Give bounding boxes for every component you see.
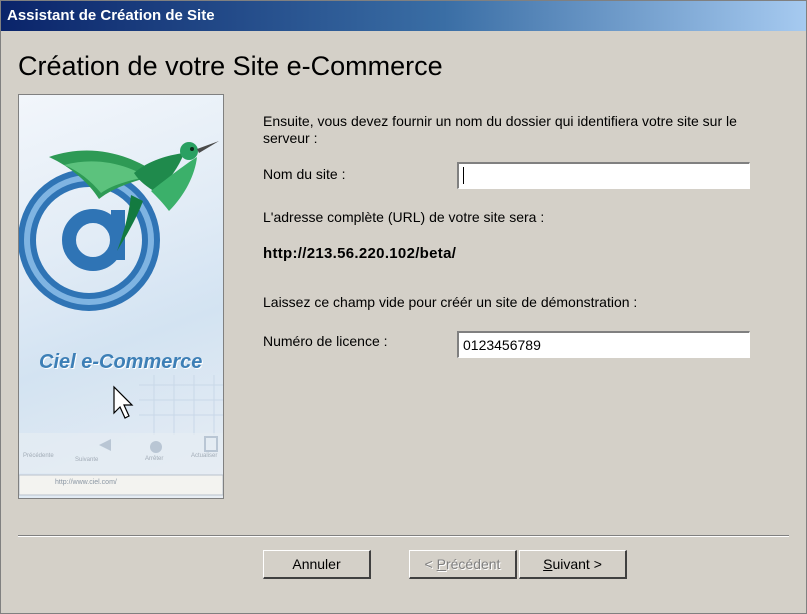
site-name-label: Nom du site :	[263, 166, 346, 182]
previous-button-mnemonic: P	[436, 555, 446, 572]
page-heading: Création de votre Site e-Commerce	[18, 51, 443, 81]
text-caret	[463, 167, 464, 184]
cancel-button-label: Annuler	[292, 555, 341, 572]
previous-button-label: récédent	[445, 555, 501, 572]
browser-toolbar-label-stop: Arrêter	[145, 456, 164, 462]
cancel-button[interactable]: Annuler	[263, 550, 371, 579]
url-label: L'adresse complète (URL) de votre site s…	[263, 209, 545, 225]
licence-number-label: Numéro de licence :	[263, 333, 388, 349]
demo-hint-text: Laissez ce champ vide pour créér un site…	[263, 294, 638, 310]
next-button[interactable]: Suivant >	[519, 550, 627, 579]
at-symbol-inner-icon	[62, 209, 124, 271]
previous-button[interactable]: < Précédent	[409, 550, 517, 579]
licence-number-input[interactable]	[457, 331, 750, 358]
browser-address-bar-icon	[19, 474, 223, 496]
button-separator	[18, 535, 789, 537]
grid-texture-icon	[139, 375, 223, 435]
site-name-input[interactable]	[457, 162, 750, 189]
browser-toolbar-label-refresh: Actualiser	[191, 453, 218, 459]
browser-toolbar-label-back: Précédente	[23, 453, 54, 459]
title-bar[interactable]: Assistant de Création de Site	[1, 1, 806, 31]
browser-toolbar-label-forward: Suivante	[75, 457, 99, 463]
brand-label: Ciel e-Commerce	[39, 351, 203, 373]
window-title: Assistant de Création de Site	[7, 7, 215, 24]
browser-url-text: http://www.ciel.com/	[55, 479, 117, 486]
intro-text: Ensuite, vous devez fournir un nom du do…	[263, 113, 737, 146]
wizard-window: Assistant de Création de Site Création d…	[0, 0, 807, 614]
wizard-side-image: Ciel e-Commerce http://www.ciel.com/ Pré…	[18, 94, 224, 499]
previous-button-prefix: <	[424, 555, 437, 572]
site-url-value: http://213.56.220.102/beta/	[263, 245, 457, 262]
ecommerce-illustration-icon	[19, 141, 223, 496]
mouse-pointer-icon	[113, 385, 134, 419]
next-button-label: uivant >	[552, 555, 602, 572]
stop-icon	[150, 441, 162, 453]
